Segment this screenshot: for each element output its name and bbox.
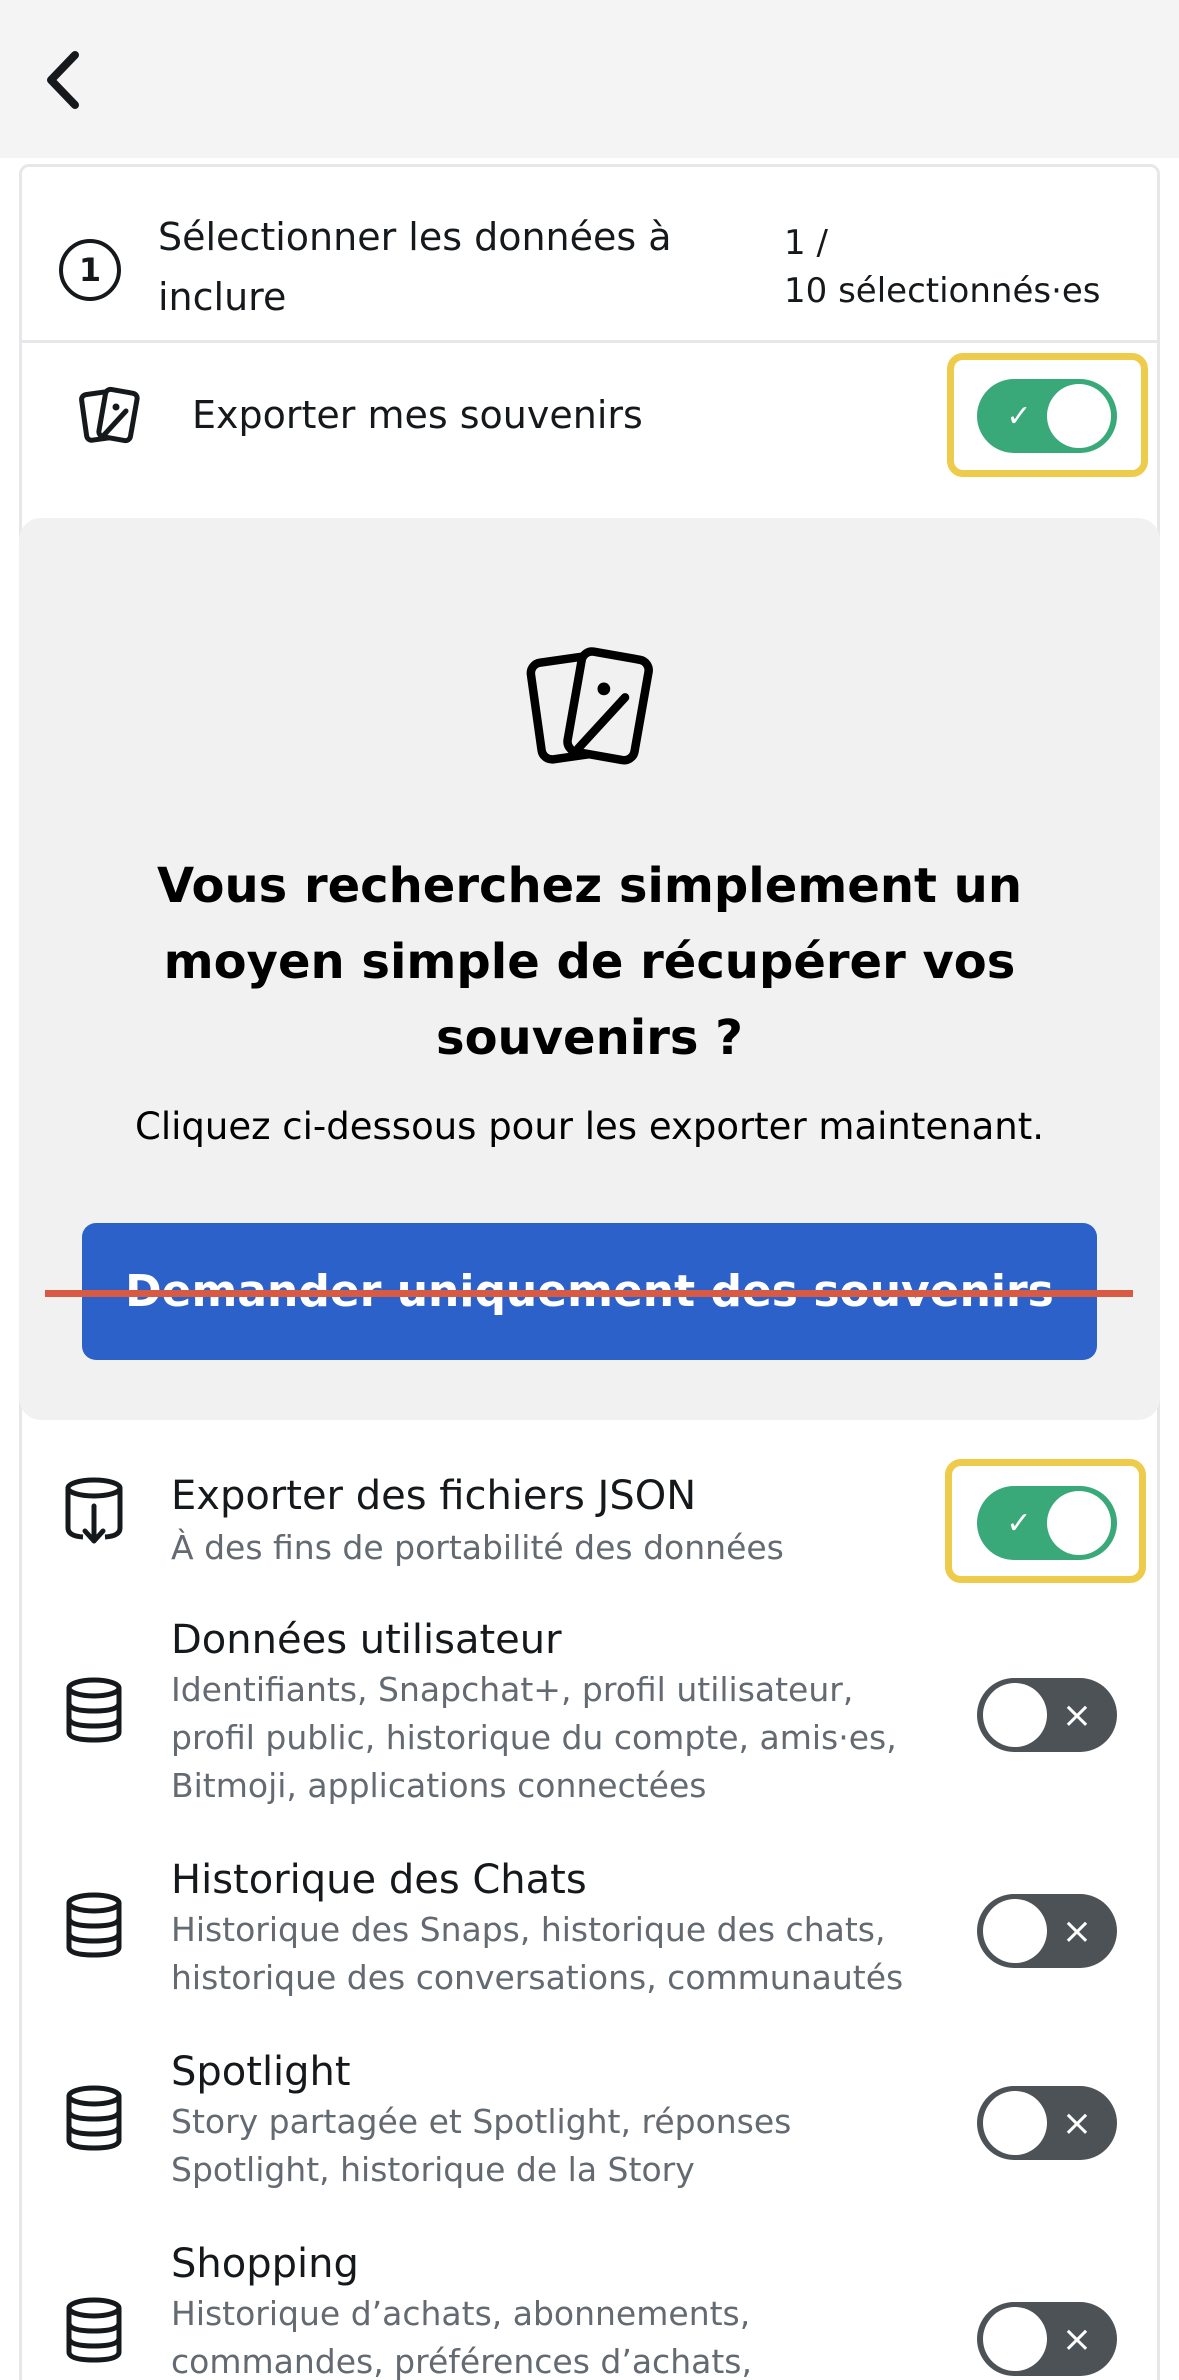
photo-cards-icon [519, 638, 659, 778]
memories-label: Exporter mes souvenirs [192, 393, 643, 437]
chevron-left-icon [47, 51, 79, 109]
step-number: 1 [59, 239, 121, 301]
json-toggle[interactable]: ✓ [977, 1486, 1117, 1560]
shopping-toggle[interactable]: × [977, 2302, 1117, 2376]
option-description: Identifiants, Snapchat+, profil utilisat… [171, 1670, 897, 1805]
spotlight-toggle[interactable]: × [977, 2086, 1117, 2160]
check-icon: ✓ [1006, 398, 1032, 434]
close-icon: × [1061, 1694, 1093, 1736]
memories-promo: Vous recherchez simplement un moyen simp… [19, 518, 1160, 1420]
strikethrough-annotation [45, 1290, 1133, 1297]
option-label: Historique des Chats [171, 1857, 587, 1903]
selection-count: 1 / 10 sélectionnés·es [784, 219, 1144, 315]
option-label: Exporter des fichiers JSON [171, 1473, 697, 1519]
option-description: Historique des Snaps, historique des cha… [171, 1910, 904, 1997]
option-description: Story partagée et Spotlight, réponses Sp… [171, 2102, 792, 2189]
back-button[interactable] [38, 40, 88, 120]
close-icon: × [1061, 2318, 1093, 2360]
promo-title: Vous recherchez simplement un moyen simp… [156, 858, 1022, 1066]
selection-count-line1: 1 / [784, 223, 828, 263]
option-label: Shopping [171, 2241, 359, 2287]
chat-history-toggle[interactable]: × [977, 1894, 1117, 1968]
database-icon [56, 2292, 132, 2368]
database-icon [56, 1887, 132, 1963]
top-bar [0, 0, 1179, 158]
toggle-knob [1047, 1491, 1111, 1555]
photo-cards-icon [72, 379, 146, 453]
step-header: 1 Sélectionner les données à inclure 1 /… [22, 167, 1157, 343]
option-label: Spotlight [171, 2049, 351, 2095]
promo-subtitle: Cliquez ci-dessous pour les exporter mai… [135, 1105, 1044, 1148]
database-icon [56, 1672, 132, 1748]
option-description: Historique d’achats, abonnements, comman… [171, 2294, 752, 2380]
toggle-knob [983, 2307, 1047, 2371]
option-label: Données utilisateur [171, 1617, 562, 1663]
step-title: Sélectionner les données à inclure [158, 215, 672, 319]
database-download-icon [56, 1472, 132, 1552]
toggle-knob [983, 2091, 1047, 2155]
toggle-knob [983, 1683, 1047, 1747]
toggle-knob [983, 1899, 1047, 1963]
user-data-toggle[interactable]: × [977, 1678, 1117, 1752]
toggle-knob [1047, 384, 1111, 448]
close-icon: × [1061, 2102, 1093, 2144]
database-icon [56, 2080, 132, 2156]
check-icon: ✓ [1006, 1505, 1032, 1541]
option-description: À des fins de portabilité des données [171, 1528, 784, 1567]
close-icon: × [1061, 1910, 1093, 1952]
memories-toggle[interactable]: ✓ [977, 379, 1117, 453]
selection-count-line2: 10 sélectionnés·es [784, 271, 1101, 311]
